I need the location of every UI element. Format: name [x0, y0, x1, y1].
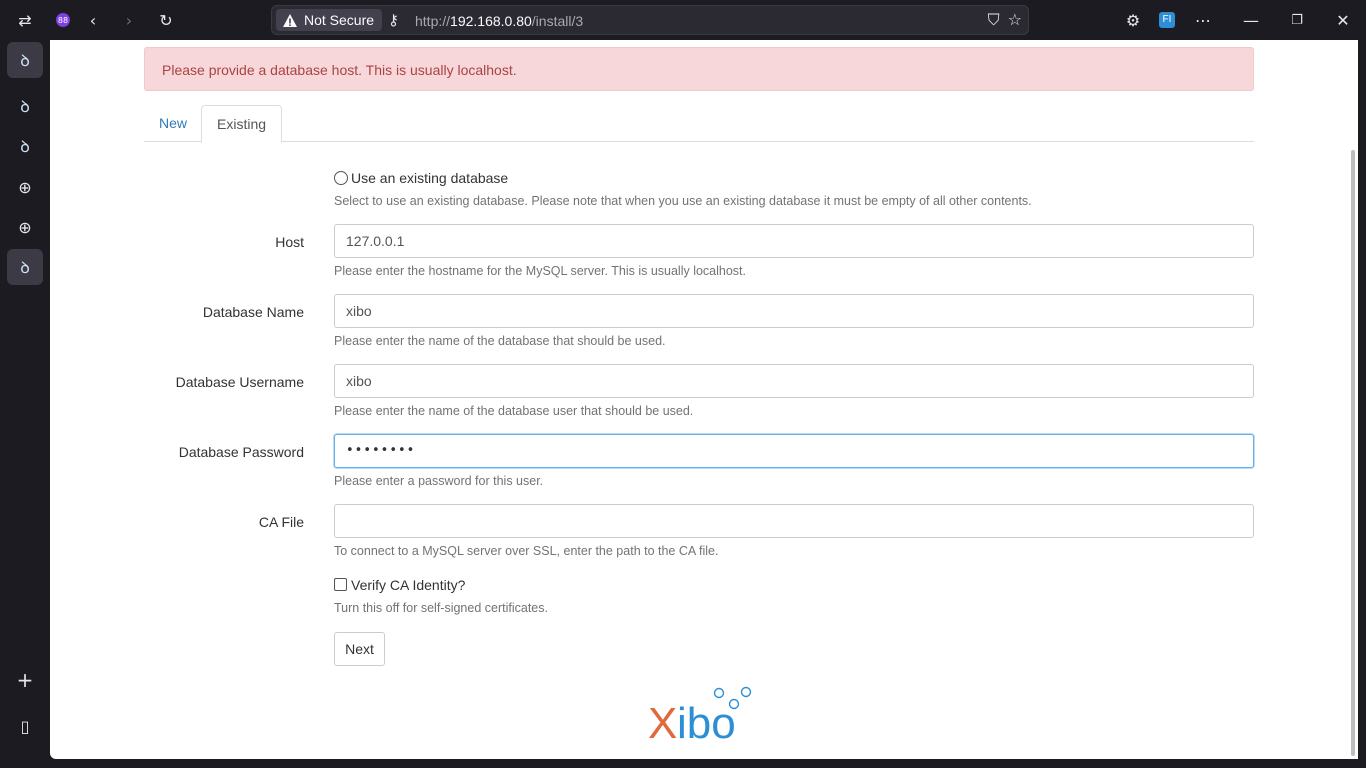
database-name-input[interactable]: xibo	[334, 294, 1254, 328]
sidebar-tab-globe-1[interactable]: ⊕	[7, 169, 43, 205]
browser-toolbar: ⇄ 88 ‹ › ↻ Not Secure ⚷ http://192.168.0…	[0, 0, 1366, 40]
database-name-help: Please enter the name of the database th…	[334, 334, 666, 348]
tab-new[interactable]: New	[144, 105, 202, 142]
back-icon[interactable]: ‹	[80, 8, 106, 32]
sidebar-icon: ▯	[20, 716, 30, 736]
database-password-help: Please enter a password for this user.	[334, 474, 544, 488]
page-scrollbar[interactable]	[1349, 40, 1358, 759]
next-button[interactable]: Next	[334, 632, 385, 666]
scrollbar-thumb[interactable]	[1351, 150, 1355, 756]
logo-x: X	[648, 699, 677, 742]
existing-database-radio[interactable]	[334, 171, 348, 185]
url-prefix: http://	[415, 13, 451, 29]
error-alert: Please provide a database host. This is …	[144, 47, 1254, 91]
url-text[interactable]: http://192.168.0.80/install/3	[415, 13, 583, 29]
database-username-input[interactable]: xibo	[334, 364, 1254, 398]
sidebar-new-tab-button[interactable]: +	[7, 662, 43, 698]
database-name-label: Database Name	[202, 304, 304, 320]
xibo-tab-icon: ꝺ	[20, 137, 30, 156]
profile-badge: FI	[1159, 12, 1175, 28]
xibo-tab-icon: ꝺ	[20, 51, 30, 70]
sidebar-tab-xibo-3[interactable]: ꝺ	[7, 128, 43, 164]
database-username-help: Please enter the name of the database us…	[334, 404, 694, 418]
install-tabs: New Existing	[144, 105, 1254, 143]
existing-database-label: Use an existing database	[351, 170, 509, 186]
browser-sidebar: ꝺ ꝺ ꝺ ⊕ ⊕ ꝺ + ▯	[0, 40, 50, 768]
close-icon[interactable]: ✕	[1330, 8, 1356, 32]
sidebar-toggle-button[interactable]: ▯	[7, 708, 43, 744]
extensions-puzzle-icon[interactable]: ⚙	[1120, 8, 1146, 32]
sidebar-tab-xibo-active[interactable]: ꝺ	[7, 249, 43, 285]
profile-icon[interactable]: FI	[1154, 8, 1180, 32]
xibo-logo: X ibo	[648, 686, 752, 742]
forward-icon[interactable]: ›	[116, 8, 142, 32]
url-path: /install/3	[531, 13, 584, 29]
plus-icon: +	[16, 668, 34, 692]
menu-icon[interactable]: ⋯	[1190, 8, 1216, 32]
verify-ca-label: Verify CA Identity?	[351, 577, 466, 593]
shield-icon[interactable]: ⛉	[988, 10, 1000, 30]
database-password-input[interactable]: ••••••••	[334, 434, 1254, 468]
ca-file-label: CA File	[258, 514, 304, 530]
svg-text:88: 88	[58, 16, 68, 25]
xibo-tab-icon: ꝺ	[20, 97, 30, 116]
database-username-label: Database Username	[175, 374, 304, 390]
extension-icon[interactable]: 88	[50, 8, 76, 32]
restore-icon[interactable]: ❐	[1284, 8, 1310, 32]
bookmark-star-icon[interactable]: ☆	[1008, 10, 1022, 30]
xibo-tab-icon: ꝺ	[20, 258, 30, 277]
address-bar[interactable]: Not Secure ⚷ http://192.168.0.80/install…	[271, 5, 1029, 35]
warning-icon	[283, 13, 297, 27]
key-icon[interactable]: ⚷	[388, 11, 399, 29]
verify-ca-checkbox[interactable]	[334, 578, 347, 591]
host-help: Please enter the hostname for the MySQL …	[334, 264, 747, 278]
security-label: Not Secure	[304, 12, 375, 28]
ca-file-help: To connect to a MySQL server over SSL, e…	[334, 544, 719, 558]
logo-ibo: ibo	[677, 699, 736, 742]
database-password-label: Database Password	[178, 444, 304, 460]
reload-icon[interactable]: ↻	[153, 8, 179, 32]
globe-icon: ⊕	[18, 177, 32, 197]
url-host: 192.168.0.80	[450, 13, 532, 29]
host-label: Host	[275, 234, 304, 250]
host-input[interactable]: 127.0.0.1	[334, 224, 1254, 258]
tab-switch-icon[interactable]: ⇄	[12, 8, 38, 32]
sidebar-tab-globe-2[interactable]: ⊕	[7, 209, 43, 245]
page-viewport: Please provide a database host. This is …	[50, 40, 1358, 759]
tab-existing[interactable]: Existing	[201, 105, 283, 143]
ca-file-input[interactable]	[334, 504, 1254, 538]
sidebar-tab-xibo-2[interactable]: ꝺ	[7, 88, 43, 124]
site-security-button[interactable]: Not Secure	[276, 9, 383, 31]
sidebar-tab-xibo-1[interactable]: ꝺ	[7, 42, 43, 78]
existing-database-help: Select to use an existing database. Plea…	[334, 194, 1032, 208]
globe-icon: ⊕	[18, 217, 32, 237]
minimize-icon[interactable]: —	[1238, 8, 1264, 32]
verify-ca-help: Turn this off for self-signed certificat…	[334, 601, 548, 615]
